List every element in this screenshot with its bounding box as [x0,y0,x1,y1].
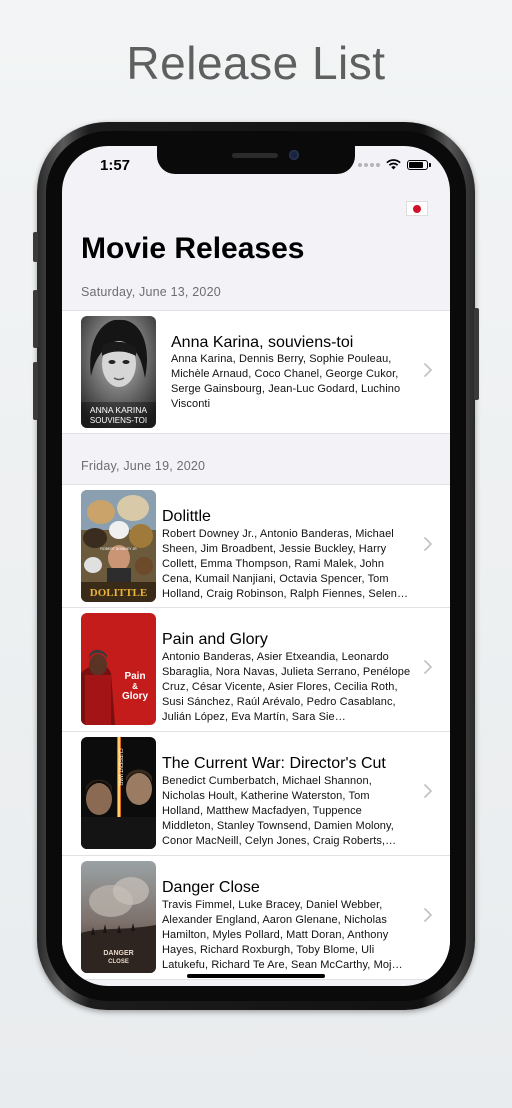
status-icons [358,159,431,170]
release-list[interactable]: Saturday, June 13, 2020 ANNA KARINA SOUV… [62,274,450,980]
movie-cast: Antonio Banderas, Asier Etxeandia, Leona… [162,651,411,723]
movie-poster: DANGER CLOSE [81,861,156,973]
signal-icon [358,162,380,167]
poster-title-line-1: CURRENT WAR [117,748,123,786]
list-item[interactable]: CURRENT WAR The Current War: Director's … [62,732,450,856]
movie-cast: Benedict Cumberbatch, Michael Shannon, N… [162,775,397,847]
poster-title-line-2: SOUVIENS-TOI [90,416,147,425]
speaker [232,153,278,158]
chevron-right-icon [424,660,432,674]
movie-title: Danger Close [162,879,260,896]
notch [157,146,355,174]
poster-title-line-1: ROBERT DOWNEY JR [100,547,137,551]
page-title: Release List [126,37,386,89]
movie-poster: ANNA KARINA SOUVIENS-TOI [81,316,156,428]
list-item[interactable]: ANNA KARINA SOUVIENS-TOI Anna Karina, so… [62,310,450,434]
poster-title-line-2: CLOSE [108,959,129,965]
wifi-icon [386,159,401,170]
movie-title: Anna Karina, souviens-toi [171,334,354,351]
poster-title-line-1: DANGER [103,950,133,957]
chevron-right-icon [424,363,432,377]
poster-title-line-2: & [132,682,138,691]
nav-large-title: Movie Releases [81,232,305,265]
chevron-right-icon [424,908,432,922]
movie-cast: Robert Downey Jr., Antonio Banderas, Mic… [162,528,409,600]
poster-title-line-2: DOLITTLE [90,587,147,599]
movie-cast: Anna Karina, Dennis Berry, Sophie Poulea… [171,353,401,410]
silent-switch [33,232,38,262]
front-camera [289,150,299,160]
movie-cast: Travis Fimmel, Luke Bracey, Daniel Webbe… [162,899,403,971]
home-indicator[interactable] [187,974,325,978]
poster-title-line-1: Pain [124,671,145,682]
movie-poster: CURRENT WAR [81,737,156,849]
phone-screen: 1:57 Movie Releases Saturday, June 13, 2… [62,146,450,986]
poster-title-line-1: ANNA KARINA [90,405,147,415]
battery-icon [407,159,431,170]
section-header: Saturday, June 13, 2020 [81,285,221,299]
section-header: Friday, June 19, 2020 [81,459,206,473]
status-time: 1:57 [100,157,131,174]
chevron-right-icon [424,537,432,551]
chevron-right-icon [424,784,432,798]
movie-poster: ROBERT DOWNEY JR DOLITTLE [81,490,156,602]
list-item[interactable]: DANGER CLOSE Danger Close Travis Fimmel,… [62,856,450,980]
movie-title: Pain and Glory [162,631,268,648]
volume-up-button [33,290,38,348]
poster-title-line-3: Glory [122,691,149,702]
japan-flag-icon[interactable] [406,201,428,216]
list-item[interactable]: Pain & Glory Pain and Glory Antonio Band… [62,608,450,732]
power-button [474,308,479,400]
movie-poster: Pain & Glory [81,613,156,725]
movie-title: Dolittle [162,508,211,525]
movie-title: The Current War: Director's Cut [162,755,386,772]
list-item[interactable]: ROBERT DOWNEY JR DOLITTLE Dolittle Rober… [62,484,450,608]
volume-down-button [33,362,38,420]
